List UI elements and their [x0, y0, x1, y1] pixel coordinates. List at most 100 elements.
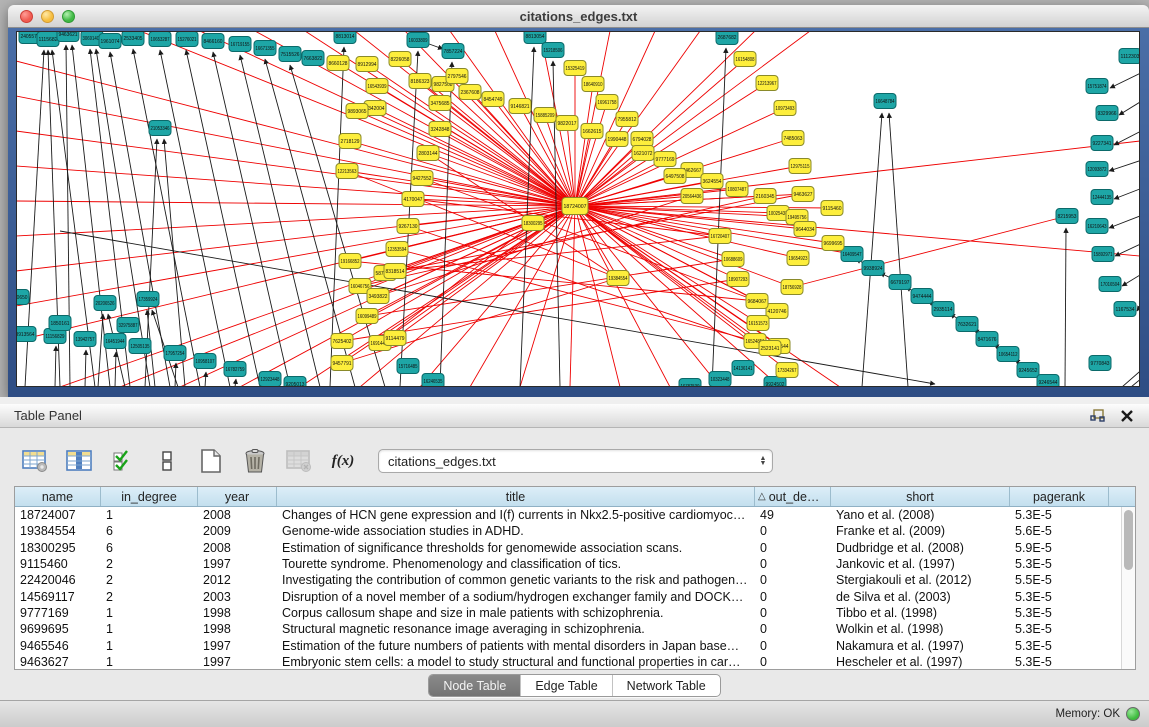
table-cell[interactable]: 1 — [101, 508, 198, 522]
graph-node[interactable]: 15276021 — [176, 32, 198, 47]
table-cell[interactable]: Hescheler et al. (1997) — [831, 655, 1010, 669]
graph-edge[interactable] — [205, 372, 206, 386]
graph-node[interactable]: 21053346 — [149, 121, 171, 136]
graph-node[interactable]: 9777169 — [654, 152, 676, 167]
table-cell[interactable]: 2 — [101, 573, 198, 587]
graph-node[interactable]: 16543939 — [366, 79, 388, 94]
table-cell[interactable]: 9115460 — [15, 557, 101, 571]
graph-node[interactable]: 1115682 — [37, 32, 59, 47]
table-cell[interactable]: de Silva et al. (2003) — [831, 590, 1010, 604]
table-cell[interactable]: 9777169 — [15, 606, 101, 620]
table-cell[interactable]: 1997 — [198, 639, 277, 653]
table-cell[interactable]: Tourette syndrome. Phenomenology and cla… — [277, 557, 755, 571]
table-cell[interactable]: 6 — [101, 541, 198, 555]
graph-node[interactable]: 1621072 — [632, 146, 654, 161]
graph-node[interactable]: 15218506 — [542, 43, 564, 58]
graph-node[interactable]: 4120746 — [766, 304, 788, 319]
graph-node[interactable]: 16671355 — [254, 41, 276, 56]
table-cell[interactable]: 2012 — [198, 573, 277, 587]
graph-node[interactable]: 2160345 — [754, 189, 776, 204]
graph-node[interactable]: 1990448 — [606, 132, 628, 147]
graph-node[interactable]: 9457791 — [331, 356, 353, 371]
table-row[interactable]: 2242004622012Investigating the contribut… — [15, 572, 1121, 588]
graph-node[interactable]: 32975887 — [117, 318, 139, 333]
graph-node[interactable]: 9114479 — [384, 331, 406, 346]
tab-node-table[interactable]: Node Table — [429, 675, 521, 696]
column-header-short[interactable]: short — [831, 487, 1010, 506]
graph-node[interactable]: 8813054 — [524, 32, 546, 44]
graph-edge[interactable] — [1119, 99, 1139, 115]
table-cell[interactable]: 5.3E-5 — [1010, 639, 1109, 653]
table-row[interactable]: 946554611997Estimation of the future num… — [15, 637, 1121, 653]
graph-node[interactable]: 15892971 — [1092, 247, 1114, 262]
graph-edge[interactable] — [360, 206, 575, 386]
graph-node[interactable]: 3242848 — [429, 122, 451, 137]
graph-edge[interactable] — [575, 141, 1139, 206]
network-canvas[interactable]: 1872400724055711115682946362130691406196… — [16, 31, 1140, 387]
graph-node[interactable]: 2797546 — [446, 69, 468, 84]
graph-node[interactable]: 17957254 — [164, 346, 186, 361]
graph-node[interactable]: 7663822 — [302, 51, 324, 66]
graph-node[interactable]: 16451944 — [104, 334, 126, 349]
graph-edge[interactable] — [17, 61, 575, 206]
graph-node[interactable]: 9684067 — [746, 294, 768, 309]
graph-node[interactable]: 9699695 — [822, 236, 844, 251]
graph-node[interactable]: 18907293 — [727, 272, 749, 287]
graph-node[interactable]: 9246544 — [1037, 375, 1059, 387]
graph-node[interactable]: 9938924 — [862, 261, 884, 276]
table-cell[interactable]: 9465546 — [15, 639, 101, 653]
table-cell[interactable]: Genome-wide association studies in ADHD. — [277, 524, 755, 538]
graph-node[interactable]: 7515526 — [279, 47, 301, 62]
graph-node[interactable]: 6497508 — [664, 169, 686, 184]
table-cell[interactable]: 0 — [755, 639, 831, 653]
graph-edge[interactable] — [66, 45, 70, 386]
table-cell[interactable]: Wolkin et al. (1998) — [831, 622, 1010, 636]
table-cell[interactable]: Stergiakouli et al. (2012) — [831, 573, 1010, 587]
table-cell[interactable]: 1 — [101, 655, 198, 669]
graph-edge[interactable] — [575, 32, 810, 206]
memory-status-indicator-icon[interactable] — [1126, 707, 1140, 721]
graph-edge[interactable] — [1114, 187, 1139, 199]
column-header-title[interactable]: title — [277, 487, 755, 506]
graph-node[interactable]: 2687682 — [716, 32, 738, 45]
graph-node[interactable]: 9644034 — [794, 222, 816, 237]
table-cell[interactable]: 0 — [755, 622, 831, 636]
table-cell[interactable]: Embryonic stem cells: a model to study s… — [277, 655, 755, 669]
table-cell[interactable]: 1 — [101, 606, 198, 620]
graph-node[interactable]: 1662615 — [581, 124, 603, 139]
graph-edge[interactable] — [575, 84, 593, 206]
graph-edge[interactable] — [889, 113, 908, 386]
table-row[interactable]: 911546021997Tourette syndrome. Phenomeno… — [15, 556, 1121, 572]
graph-node[interactable]: 17359924 — [137, 292, 159, 307]
graph-node[interactable]: 13942757 — [74, 332, 96, 347]
table-settings-icon[interactable] — [20, 447, 50, 475]
table-cell[interactable]: 2 — [101, 590, 198, 604]
graph-node[interactable]: 1112303 — [1119, 49, 1139, 64]
graph-node[interactable]: 16151573 — [747, 316, 769, 331]
graph-node[interactable]: 8813014 — [334, 32, 356, 44]
tab-edge-table[interactable]: Edge Table — [521, 675, 612, 696]
function-builder-icon[interactable]: f(x) — [328, 447, 358, 475]
table-cell[interactable]: 1 — [101, 622, 198, 636]
table-cell[interactable]: 1 — [101, 639, 198, 653]
table-row[interactable]: 977716911998Corpus callosum shape and si… — [15, 605, 1121, 621]
graph-node[interactable]: 9474444 — [911, 289, 933, 304]
graph-edge[interactable] — [235, 379, 236, 386]
table-cell[interactable]: 0 — [755, 590, 831, 604]
column-header-name[interactable]: name — [15, 487, 101, 506]
delete-table-icon[interactable] — [284, 447, 314, 475]
table-cell[interactable]: Estimation of significance thresholds fo… — [277, 541, 755, 555]
graph-node[interactable]: 8660128 — [327, 56, 349, 71]
table-cell[interactable]: 5.9E-5 — [1010, 541, 1109, 555]
graph-node[interactable]: 18756928 — [781, 280, 803, 295]
graph-node[interactable]: 9205013 — [284, 377, 306, 387]
graph-node[interactable]: 20206526 — [94, 296, 116, 311]
graph-node[interactable]: 15325419 — [564, 61, 586, 76]
graph-node[interactable]: 18300295 — [522, 216, 544, 231]
graph-node[interactable]: 17334267 — [776, 363, 798, 378]
graph-node[interactable]: 2533405 — [122, 32, 144, 46]
graph-node[interactable]: 9115460 — [821, 201, 843, 216]
table-cell[interactable]: Tibbo et al. (1998) — [831, 606, 1010, 620]
graph-node[interactable]: 15885209 — [534, 108, 556, 123]
graph-edge[interactable] — [17, 96, 575, 206]
